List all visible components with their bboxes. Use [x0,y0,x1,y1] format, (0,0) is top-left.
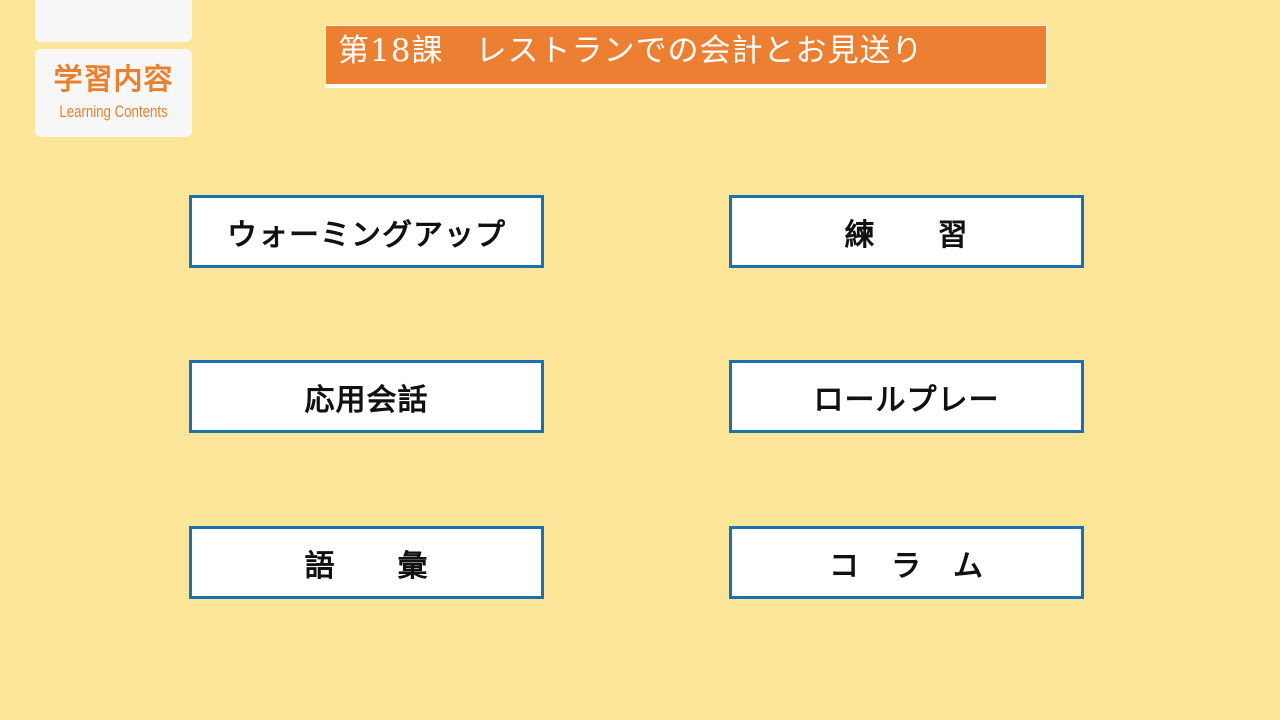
practice-button[interactable]: 練 習 [729,195,1084,268]
lesson-title: 第18課 レストランでの会計とお見送り [338,33,924,69]
roleplay-button[interactable]: ロールプレー [729,360,1084,433]
roleplay-button-label: ロールプレー [813,382,1000,418]
applied-conversation-button-label: 応用会話 [304,382,429,418]
column-button-label: コ ラ ム [829,548,984,584]
vocabulary-button[interactable]: 語 彙 [189,526,544,599]
vocabulary-button-label: 語 彙 [304,548,429,584]
column-button[interactable]: コ ラ ム [729,526,1084,599]
warmup-button-label: ウォーミングアップ [227,217,506,253]
lesson-title-bar: 第18課 レストランでの会計とお見送り [325,25,1047,88]
learning-contents-title: 学習内容 [53,62,174,96]
learning-contents-card[interactable]: 学習内容 Learning Contents [35,49,192,137]
learning-contents-subtitle: Learning Contents [59,102,168,121]
sidebar-top-card[interactable] [35,0,192,42]
applied-conversation-button[interactable]: 応用会話 [189,360,544,433]
practice-button-label: 練 習 [844,217,969,253]
warmup-button[interactable]: ウォーミングアップ [189,195,544,268]
